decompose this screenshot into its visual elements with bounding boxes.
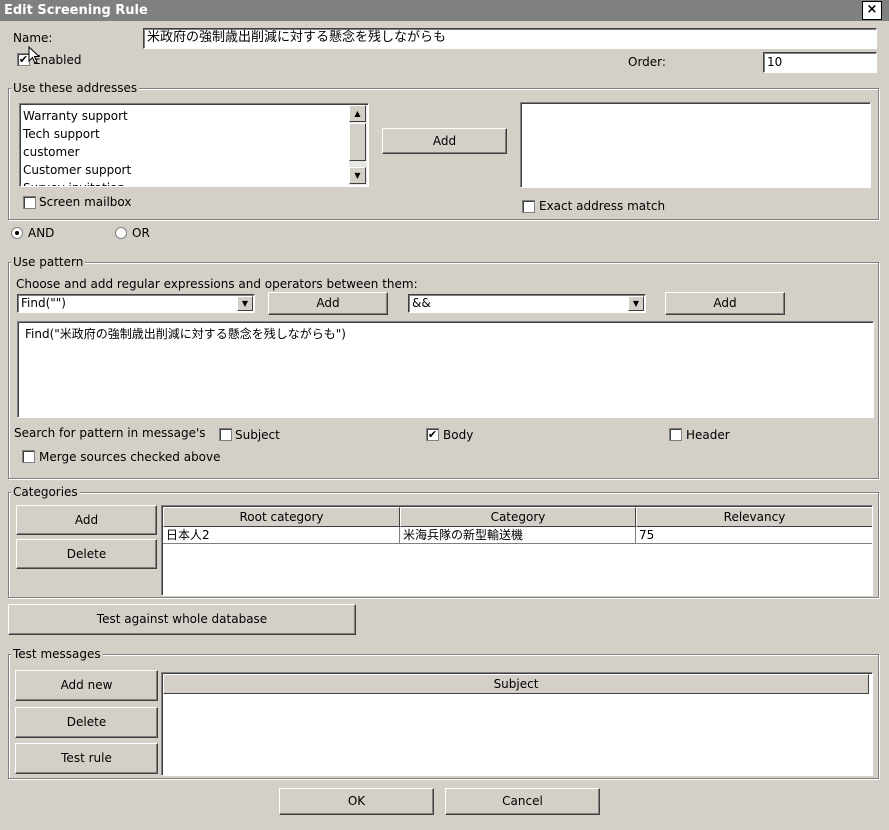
column-header-subject[interactable]: Subject [163,674,869,694]
list-item[interactable]: customer [21,143,349,161]
list-item[interactable]: Tech support [21,125,349,143]
and-radio[interactable] [11,227,23,239]
address-list[interactable]: Warranty support Tech support customer C… [19,103,369,187]
screen-mailbox-label: Screen mailbox [39,195,132,209]
table-cell-relevancy[interactable]: 75 [636,527,872,544]
add-category-button[interactable]: Add [16,505,157,535]
table-cell-category[interactable]: 米海兵隊の新型輸送機 [400,527,636,544]
exact-address-match-checkbox[interactable] [522,200,535,213]
order-label: Order: [628,55,666,69]
name-label: Name: [13,31,53,45]
add-new-test-button[interactable]: Add new [15,670,158,701]
pattern-group-title: Use pattern [11,255,86,269]
header-checkbox[interactable] [669,428,682,441]
test-rule-button[interactable]: Test rule [15,743,158,774]
test-messages-table[interactable]: Subject [161,672,873,776]
pattern-textarea[interactable]: Find("米政府の強制歳出削減に対する懸念を残しながらも") [17,321,874,418]
scroll-down-button[interactable]: ▼ [349,167,366,184]
merge-sources-checkbox[interactable] [22,450,35,463]
test-whole-database-button[interactable]: Test against whole database [8,604,356,635]
close-button[interactable]: × [862,1,882,20]
add-address-button[interactable]: Add [382,128,507,154]
chevron-down-icon[interactable]: ▼ [628,296,644,311]
subject-label: Subject [235,428,280,442]
selected-address-box[interactable] [520,102,871,188]
arrow-cursor-icon [28,46,40,64]
name-input[interactable]: 米政府の強制歳出削減に対する懸念を残しながらも [143,28,877,49]
enabled-label: Enabled [33,53,82,67]
expression-combo-value: Find("") [21,296,66,310]
chevron-down-icon[interactable]: ▼ [237,296,253,311]
subject-checkbox[interactable] [219,428,232,441]
add-expression-button[interactable]: Add [268,292,388,315]
header-label: Header [686,428,730,442]
expression-combo[interactable]: Find("") ▼ [17,294,255,313]
address-list-scrollbar[interactable]: ▲ ▼ [349,105,367,185]
addresses-group-title: Use these addresses [11,81,140,95]
scroll-down-icon: ▼ [354,171,361,180]
check-icon: ✔ [427,428,438,441]
cancel-button[interactable]: Cancel [445,788,600,815]
scroll-thumb[interactable] [349,123,366,161]
test-messages-group-title: Test messages [11,647,103,661]
body-checkbox[interactable]: ✔ [426,428,439,441]
categories-group-title: Categories [11,485,80,499]
scroll-up-icon: ▲ [354,109,361,118]
scroll-up-button[interactable]: ▲ [349,105,366,122]
close-icon: × [866,2,878,17]
delete-test-button[interactable]: Delete [15,707,158,738]
or-radio[interactable] [115,227,127,239]
list-item[interactable]: Customer support [21,161,349,179]
column-header-root-category[interactable]: Root category [163,507,400,527]
order-input[interactable]: 10 [763,52,877,73]
title-bar: Edit Screening Rule [0,0,889,21]
operator-combo[interactable]: && ▼ [408,294,646,313]
table-cell-root-category[interactable]: 日本人2 [163,527,400,544]
list-item[interactable]: Survey invitation [21,179,349,186]
column-header-category[interactable]: Category [400,507,636,527]
or-label: OR [132,226,150,240]
categories-table[interactable]: Root category Category Relevancy 日本人2 米海… [161,505,873,596]
body-label: Body [443,428,474,442]
exact-address-match-label: Exact address match [539,199,666,213]
screen-mailbox-checkbox[interactable] [23,196,36,209]
search-pattern-label: Search for pattern in message's [14,426,206,440]
check-icon: ✔ [18,53,29,66]
delete-category-button[interactable]: Delete [16,539,157,569]
and-label: AND [28,226,55,240]
window-title: Edit Screening Rule [4,3,148,18]
column-header-relevancy[interactable]: Relevancy [636,507,872,527]
ok-button[interactable]: OK [279,788,434,815]
merge-sources-label: Merge sources checked above [39,450,221,464]
operator-combo-value: && [412,296,431,310]
add-operator-button[interactable]: Add [665,292,785,315]
list-item[interactable]: Warranty support [21,107,349,125]
pattern-text: Find("米政府の強制歳出削減に対する懸念を残しながらも") [25,327,346,341]
pattern-instruction: Choose and add regular expressions and o… [16,277,418,291]
